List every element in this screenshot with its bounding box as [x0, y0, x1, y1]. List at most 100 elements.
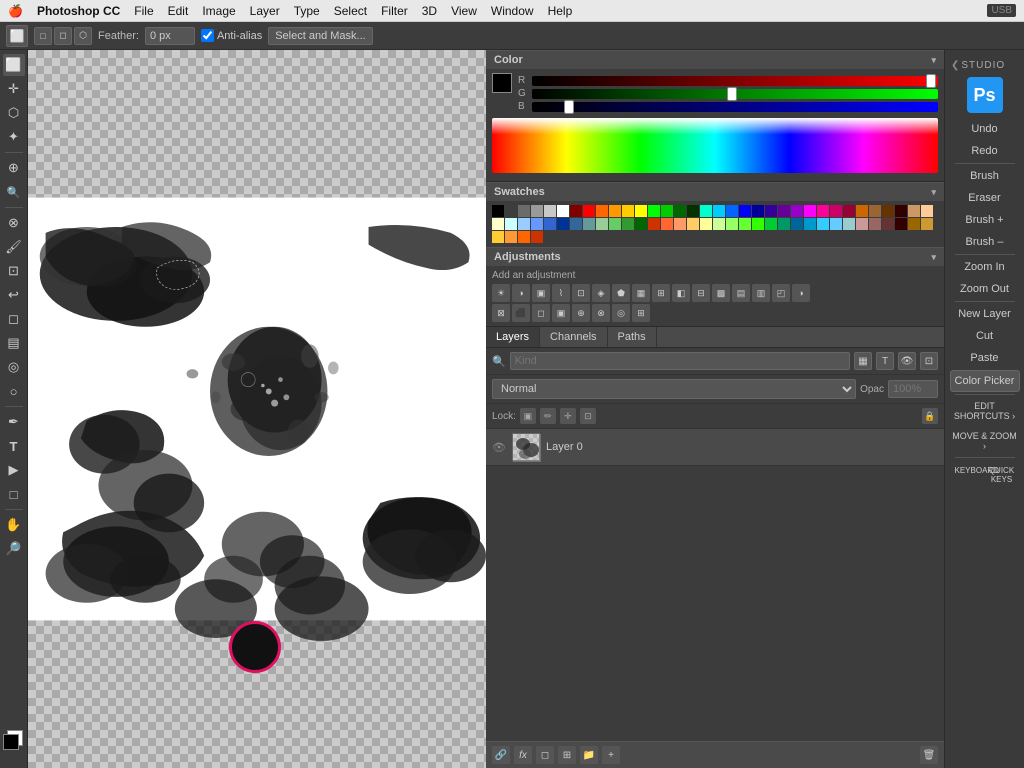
move-tool[interactable]: ✛: [3, 78, 25, 100]
swatch-item[interactable]: [869, 218, 881, 230]
crop-tool[interactable]: ⊕: [3, 157, 25, 179]
swatch-item[interactable]: [518, 231, 530, 243]
fx-icon[interactable]: fx: [514, 746, 532, 764]
swatch-item[interactable]: [791, 205, 803, 217]
swatch-item[interactable]: [661, 218, 673, 230]
swatch-item[interactable]: [596, 205, 608, 217]
feather-input[interactable]: [145, 27, 195, 45]
swatch-item[interactable]: [752, 205, 764, 217]
swatch-item[interactable]: [700, 205, 712, 217]
studio-keyboard-btn[interactable]: KEYBOARD: [953, 464, 983, 486]
path-selection-tool[interactable]: ▶: [3, 459, 25, 481]
swatch-item[interactable]: [635, 205, 647, 217]
swatch-item[interactable]: [505, 218, 517, 230]
swatch-item[interactable]: [726, 218, 738, 230]
apple-menu[interactable]: 🍎: [8, 4, 23, 18]
adj-curves[interactable]: ⌇: [552, 284, 570, 302]
menu-window[interactable]: Window: [491, 4, 534, 18]
studio-undo-btn[interactable]: Undo: [950, 119, 1020, 139]
swatch-item[interactable]: [882, 218, 894, 230]
swatch-item[interactable]: [791, 218, 803, 230]
swatch-item[interactable]: [921, 205, 933, 217]
swatch-item[interactable]: [505, 231, 517, 243]
swatch-item[interactable]: [518, 205, 530, 217]
swatch-item[interactable]: [635, 218, 647, 230]
studio-color-picker-btn[interactable]: Color Picker: [950, 370, 1020, 392]
studio-cut-btn[interactable]: Cut: [950, 326, 1020, 346]
brush-tool[interactable]: 🖌: [3, 236, 25, 258]
zoom-tool[interactable]: 🔎: [3, 538, 25, 560]
swatch-item[interactable]: [765, 218, 777, 230]
swatch-item[interactable]: [648, 218, 660, 230]
studio-brush-plus-btn[interactable]: Brush +: [950, 210, 1020, 230]
adj-color-balance[interactable]: ⊞: [652, 284, 670, 302]
kind-search[interactable]: [510, 352, 850, 370]
clone-stamp-tool[interactable]: ⊡: [3, 260, 25, 282]
swatch-item[interactable]: [830, 218, 842, 230]
swatch-item[interactable]: [505, 205, 517, 217]
adjustments-panel-header[interactable]: Adjustments ▾: [486, 247, 944, 266]
r-slider[interactable]: [532, 76, 938, 86]
swatch-item[interactable]: [830, 205, 842, 217]
adj-hue[interactable]: ⬟: [612, 284, 630, 302]
swatch-item[interactable]: [492, 205, 504, 217]
swatch-item[interactable]: [661, 205, 673, 217]
g-thumb[interactable]: [727, 87, 737, 101]
swatch-item[interactable]: [609, 205, 621, 217]
swatch-item[interactable]: [713, 205, 725, 217]
studio-eraser-btn[interactable]: Eraser: [950, 188, 1020, 208]
adj-exposure[interactable]: ⊡: [572, 284, 590, 302]
swatch-item[interactable]: [778, 218, 790, 230]
swatch-item[interactable]: [843, 205, 855, 217]
adj-levels[interactable]: ▣: [532, 284, 550, 302]
menu-select[interactable]: Select: [334, 4, 367, 18]
swatch-item[interactable]: [817, 205, 829, 217]
menu-help[interactable]: Help: [548, 4, 573, 18]
link-layers-icon[interactable]: 🔗: [492, 746, 510, 764]
antialias-checkbox-wrap[interactable]: Anti-alias: [201, 29, 262, 42]
rectangular-marquee-tool[interactable]: ⬜: [3, 54, 25, 76]
adj-posterize[interactable]: ▤: [732, 284, 750, 302]
adj-vibrance[interactable]: ◈: [592, 284, 610, 302]
blur-tool[interactable]: ◎: [3, 356, 25, 378]
layer-filter-icon[interactable]: ▦: [854, 352, 872, 370]
select-and-mask-button[interactable]: Select and Mask...: [268, 27, 373, 45]
layer-link-icon[interactable]: T: [876, 352, 894, 370]
swatch-item[interactable]: [908, 218, 920, 230]
studio-zoom-in-btn[interactable]: Zoom In: [950, 257, 1020, 277]
adj-extra2[interactable]: ⬛: [512, 304, 530, 322]
type-tool[interactable]: T: [3, 435, 25, 457]
swatch-item[interactable]: [492, 231, 504, 243]
swatch-item[interactable]: [557, 205, 569, 217]
color-panel-header[interactable]: Color ▾: [486, 50, 944, 69]
swatch-item[interactable]: [804, 218, 816, 230]
eraser-tool[interactable]: ◻: [3, 308, 25, 330]
studio-zoom-out-btn[interactable]: Zoom Out: [950, 279, 1020, 299]
adj-black-white[interactable]: ◧: [672, 284, 690, 302]
swatch-item[interactable]: [778, 205, 790, 217]
swatch-item[interactable]: [518, 218, 530, 230]
dodge-tool[interactable]: ○: [3, 380, 25, 402]
adj-extra6[interactable]: ⊗: [592, 304, 610, 322]
foreground-color-swatch[interactable]: [3, 734, 19, 750]
studio-chevron[interactable]: ❮: [951, 60, 959, 71]
swatch-item[interactable]: [752, 218, 764, 230]
swatch-item[interactable]: [531, 231, 543, 243]
ps-app-icon[interactable]: Ps: [967, 77, 1003, 113]
lock-transparent[interactable]: ▣: [520, 408, 536, 424]
gradient-tool[interactable]: ▤: [3, 332, 25, 354]
swatch-item[interactable]: [687, 218, 699, 230]
swatch-item[interactable]: [687, 205, 699, 217]
swatch-item[interactable]: [856, 218, 868, 230]
studio-brush-btn[interactable]: Brush: [950, 166, 1020, 186]
magic-wand-tool[interactable]: ✦: [3, 126, 25, 148]
menu-layer[interactable]: Layer: [250, 4, 280, 18]
studio-edit-shortcuts-btn[interactable]: EDIT SHORTCUTS ›: [950, 397, 1020, 425]
r-thumb[interactable]: [926, 74, 936, 88]
folder-icon[interactable]: 📁: [580, 746, 598, 764]
adj-selective-color[interactable]: ◰: [772, 284, 790, 302]
new-layer-icon[interactable]: +: [602, 746, 620, 764]
delete-layer-icon[interactable]: 🗑: [920, 746, 938, 764]
tab-paths[interactable]: Paths: [608, 327, 657, 347]
swatch-item[interactable]: [804, 205, 816, 217]
